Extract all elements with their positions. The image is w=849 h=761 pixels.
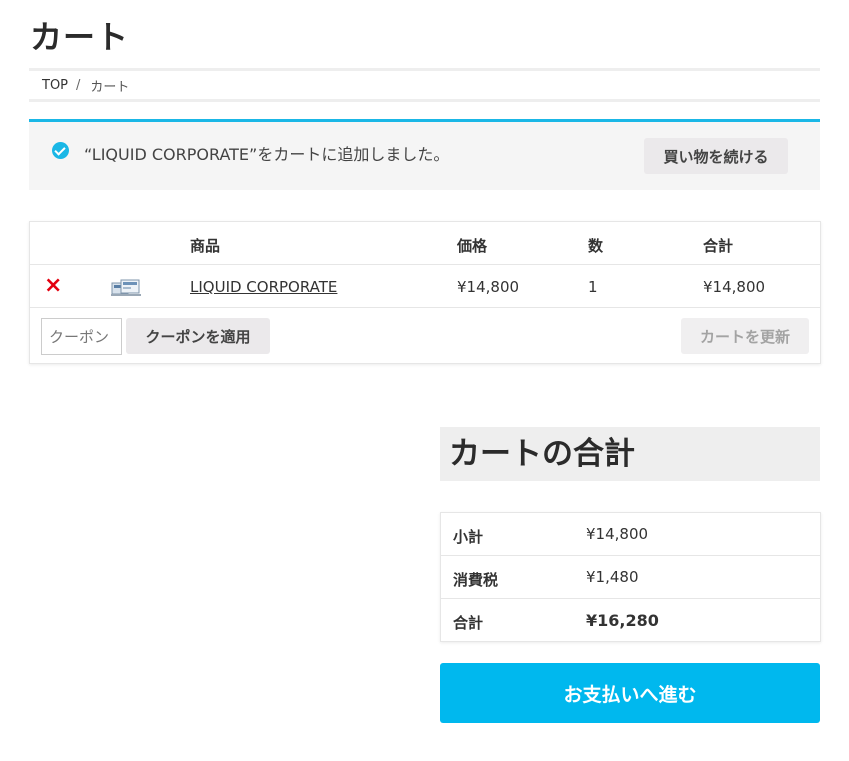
continue-shopping-button[interactable]: 買い物を続ける — [644, 138, 788, 174]
item-total: ¥14,800 — [703, 278, 766, 296]
item-price: ¥14,800 — [457, 278, 520, 296]
apply-coupon-button[interactable]: クーポンを適用 — [126, 318, 270, 354]
breadcrumb-current: カート — [90, 79, 130, 95]
order-total-label: 合計 — [453, 614, 484, 632]
proceed-to-checkout-button[interactable]: お支払いへ進む — [440, 663, 820, 723]
remove-item-icon[interactable]: × — [44, 275, 62, 297]
order-total-row: 合計 ¥16,280 — [441, 599, 820, 642]
cart-totals-table: 小計 ¥14,800 消費税 ¥1,480 合計 ¥16,280 — [440, 512, 821, 642]
breadcrumb: TOP / カート — [29, 68, 820, 102]
page-title: カート — [30, 18, 130, 56]
item-quantity[interactable]: 1 — [588, 278, 598, 296]
subtotal-label: 小計 — [453, 528, 484, 546]
header-price: 価格 — [457, 237, 488, 255]
product-thumbnail[interactable] — [111, 279, 141, 296]
breadcrumb-home-link[interactable]: TOP — [42, 78, 68, 93]
product-name-link[interactable]: LIQUID CORPORATE — [190, 278, 337, 296]
tax-row: 消費税 ¥1,480 — [441, 556, 820, 599]
subtotal-value: ¥14,800 — [586, 525, 649, 543]
notice-message: “LIQUID CORPORATE”をカートに追加しました。 — [84, 145, 450, 164]
check-circle-icon — [52, 142, 69, 159]
header-quantity: 数 — [588, 237, 604, 255]
coupon-input[interactable] — [41, 318, 122, 355]
tax-value: ¥1,480 — [586, 568, 639, 586]
header-total: 合計 — [703, 237, 734, 255]
breadcrumb-separator: / — [76, 77, 81, 93]
cart-totals-title: カートの合計 — [440, 427, 820, 481]
cart-table-header: 商品 価格 数 合計 — [30, 222, 820, 265]
table-row: × LIQUID CORPORATE ¥14,800 1 ¥14,800 — [30, 265, 820, 308]
tax-label: 消費税 — [453, 571, 499, 589]
cart-table: 商品 価格 数 合計 × LIQUID CORPORATE ¥14,800 1 … — [29, 221, 821, 364]
update-cart-button[interactable]: カートを更新 — [681, 318, 809, 354]
header-product: 商品 — [190, 237, 221, 255]
subtotal-row: 小計 ¥14,800 — [441, 513, 820, 556]
order-total-value: ¥16,280 — [586, 611, 659, 630]
cart-actions: クーポンを適用 カートを更新 — [30, 308, 820, 364]
added-to-cart-notice: “LIQUID CORPORATE”をカートに追加しました。 買い物を続ける — [29, 119, 820, 190]
